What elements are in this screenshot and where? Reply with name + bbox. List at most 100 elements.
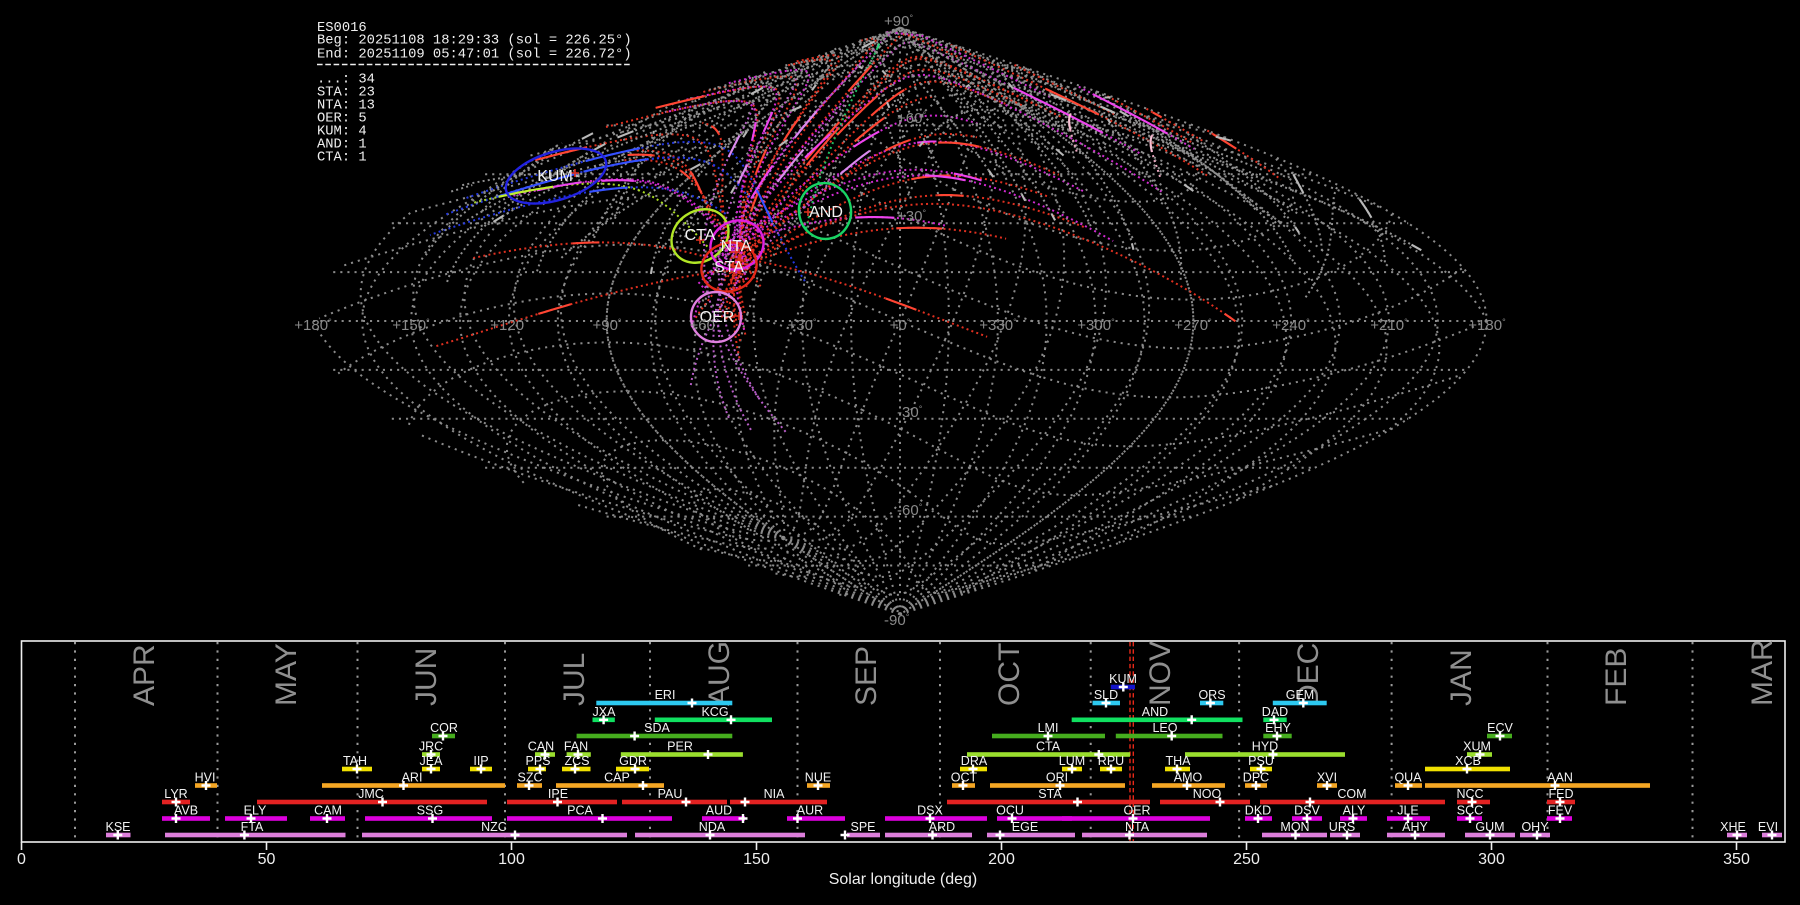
svg-text:+90°: +90° (884, 13, 913, 30)
svg-text:AUD: AUD (706, 804, 732, 818)
svg-text:ALY: ALY (1343, 804, 1366, 818)
svg-text:+30°: +30° (787, 317, 816, 334)
svg-text:KUM: KUM (537, 168, 573, 185)
svg-text:+60°: +60° (897, 110, 926, 127)
svg-text:RPU: RPU (1098, 754, 1124, 768)
svg-text:+270°: +270° (1174, 317, 1212, 334)
svg-text:Solar longitude (deg): Solar longitude (deg) (829, 871, 978, 888)
svg-text:CTA: CTA (685, 227, 716, 244)
svg-text:FEB: FEB (1600, 648, 1633, 706)
svg-text:+90°: +90° (592, 317, 621, 334)
svg-text:CTA: 1: CTA: 1 (317, 151, 367, 166)
svg-text:HYD: HYD (1252, 740, 1278, 754)
svg-text:0: 0 (17, 851, 26, 868)
svg-text:XUM: XUM (1463, 740, 1491, 754)
svg-text:NCC: NCC (1456, 787, 1483, 801)
svg-text:GUM: GUM (1475, 820, 1504, 834)
svg-text:GEM: GEM (1286, 688, 1314, 702)
svg-text:DPC: DPC (1243, 771, 1269, 785)
svg-text:+60°: +60° (689, 317, 718, 334)
svg-text:ERI: ERI (655, 688, 676, 702)
svg-text:+300°: +300° (1077, 317, 1115, 334)
svg-text:+150°: +150° (392, 317, 430, 334)
svg-text:AUR: AUR (797, 804, 823, 818)
svg-text:150: 150 (743, 851, 770, 868)
svg-text:250: 250 (1233, 851, 1260, 868)
svg-text:ARD: ARD (929, 820, 955, 834)
svg-text:LUM: LUM (1059, 754, 1085, 768)
svg-text:FEV: FEV (1548, 804, 1573, 818)
svg-text:STA: STA (714, 259, 744, 276)
svg-text:LYR: LYR (164, 787, 187, 801)
svg-text:SDA: SDA (644, 721, 670, 735)
svg-text:ORI: ORI (1046, 771, 1068, 785)
svg-text:300: 300 (1478, 851, 1505, 868)
svg-text:AAN: AAN (1547, 771, 1573, 785)
svg-text:JLE: JLE (1397, 804, 1419, 818)
svg-text:JEA: JEA (420, 754, 444, 768)
svg-text:HVI: HVI (195, 771, 216, 785)
svg-text:AND: AND (809, 204, 843, 221)
svg-text:EHY: EHY (1265, 721, 1291, 735)
svg-text:ZCS: ZCS (565, 754, 590, 768)
svg-text:FAN: FAN (564, 740, 588, 754)
svg-text:NTA: NTA (1125, 820, 1150, 834)
svg-text:DSX: DSX (917, 804, 943, 818)
svg-text:NTA: NTA (721, 238, 752, 255)
svg-text:PPS: PPS (525, 754, 550, 768)
svg-text:SSG: SSG (417, 804, 443, 818)
svg-text:MON: MON (1280, 820, 1309, 834)
svg-text:PAU: PAU (658, 787, 683, 801)
svg-text:OHY: OHY (1521, 820, 1549, 834)
svg-text:OER: OER (1123, 804, 1150, 818)
svg-text:COR: COR (430, 721, 458, 735)
svg-text:+180°: +180° (294, 317, 332, 334)
svg-text:SEP: SEP (850, 646, 883, 706)
svg-text:IPE: IPE (548, 787, 568, 801)
svg-text:NOV: NOV (1144, 641, 1177, 706)
svg-text:100: 100 (498, 851, 525, 868)
svg-text:OCT: OCT (951, 771, 978, 785)
svg-text:LEO: LEO (1152, 721, 1177, 735)
svg-text:AND: AND (1142, 705, 1168, 719)
svg-text:CAM: CAM (314, 804, 342, 818)
svg-text:EVI: EVI (1758, 820, 1778, 834)
svg-text:PCA: PCA (567, 804, 593, 818)
svg-text:COM: COM (1337, 787, 1366, 801)
svg-text:JMC: JMC (358, 787, 384, 801)
svg-text:DRA: DRA (961, 754, 988, 768)
svg-text:PSU: PSU (1248, 754, 1274, 768)
svg-text:ORS: ORS (1198, 688, 1225, 702)
svg-text:MAR: MAR (1746, 639, 1779, 706)
svg-text:SPE: SPE (850, 820, 875, 834)
svg-text:CAN: CAN (528, 740, 554, 754)
svg-text:KCG: KCG (701, 705, 728, 719)
svg-text:LMI: LMI (1038, 721, 1059, 735)
svg-text:SCC: SCC (1457, 804, 1483, 818)
svg-text:URS: URS (1329, 820, 1355, 834)
svg-text:DKD: DKD (1245, 804, 1271, 818)
svg-text:CTA: CTA (1036, 740, 1061, 754)
svg-text:50: 50 (258, 851, 276, 868)
svg-text:+120°: +120° (490, 317, 528, 334)
svg-text:SZC: SZC (518, 771, 543, 785)
svg-text:OCU: OCU (996, 804, 1024, 818)
svg-text:ARI: ARI (402, 771, 423, 785)
svg-text:JUL: JUL (558, 653, 591, 706)
svg-text:NUE: NUE (805, 771, 831, 785)
svg-text:XVI: XVI (1317, 771, 1337, 785)
svg-text:+330°: +330° (979, 317, 1017, 334)
svg-text:+210°: +210° (1370, 317, 1408, 334)
svg-text:SLD: SLD (1094, 688, 1118, 702)
svg-text:JXA: JXA (593, 705, 617, 719)
svg-text:+240°: +240° (1272, 317, 1310, 334)
svg-text:FTA: FTA (241, 820, 264, 834)
svg-text:PER: PER (667, 740, 693, 754)
svg-text:DSV: DSV (1294, 804, 1320, 818)
svg-text:AUG: AUG (703, 641, 736, 706)
svg-text:End: 20251109 05:47:01 (sol =: End: 20251109 05:47:01 (sol = 226.72°) (317, 47, 632, 63)
svg-text:AMO: AMO (1174, 771, 1203, 785)
svg-text:THA: THA (1166, 754, 1192, 768)
svg-text:FED: FED (1549, 787, 1574, 801)
svg-text:APR: APR (128, 644, 161, 706)
